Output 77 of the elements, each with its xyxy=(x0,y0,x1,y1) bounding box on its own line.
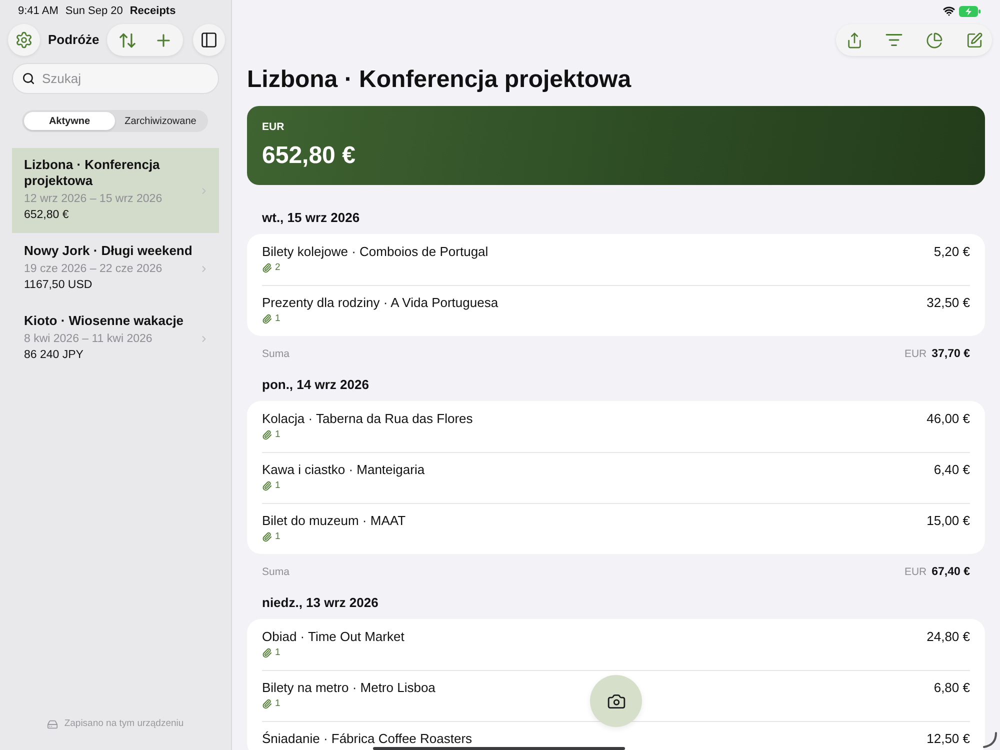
receipt-title[interactable]: Bilety na metro · Metro Lisboa xyxy=(262,680,436,696)
day-header: pon., 14 wrz 2026 xyxy=(262,377,369,393)
attachment-count: 1 xyxy=(275,480,280,492)
currency-label: EUR xyxy=(262,120,284,134)
pie-chart-icon xyxy=(926,32,942,48)
trip-dates: 12 wrz 2026 – 15 wrz 2026 xyxy=(24,192,162,207)
trip-total: 1167,50 USD xyxy=(24,278,92,293)
segment-tab[interactable]: Zarchiwizowane xyxy=(115,112,206,130)
receipt-amount: 46,00 € xyxy=(926,411,970,427)
filter-icon xyxy=(885,31,903,49)
status-time: 9:41 AM xyxy=(18,5,58,18)
trip-dates: 19 cze 2026 – 22 cze 2026 xyxy=(24,262,162,277)
attachment-count: 2 xyxy=(275,262,280,274)
sidebar-title: Podróże xyxy=(48,32,100,48)
total-amount: 652,80 € xyxy=(262,141,356,171)
paperclip-icon xyxy=(262,263,272,273)
receipt-title[interactable]: Kawa i ciastko · Manteigaria xyxy=(262,462,425,478)
compose-icon xyxy=(966,32,982,48)
receipt-amount: 15,00 € xyxy=(926,513,970,529)
receipt-title[interactable]: Prezenty dla rodziny · A Vida Portuguesa xyxy=(262,295,498,311)
attachment-count: 1 xyxy=(275,531,280,543)
sum-currency: EUR xyxy=(904,565,927,579)
paperclip-icon xyxy=(262,430,272,440)
trip-heading: Lizbona · Konferencja projektowa xyxy=(247,65,632,95)
attachment-count: 1 xyxy=(275,698,280,710)
settings-icon xyxy=(15,31,33,49)
drive-icon xyxy=(47,718,58,730)
camera-icon xyxy=(606,692,626,710)
paperclip-icon xyxy=(262,699,272,709)
segment-tab[interactable]: Aktywne xyxy=(24,112,115,130)
day-header: wt., 15 wrz 2026 xyxy=(262,210,360,226)
trip-item[interactable]: Nowy Jork · Długi weekend 19 cze 2026 – 22 cze 2026 1167,50 USD xyxy=(12,234,219,303)
sum-amount: 67,40 € xyxy=(932,565,970,579)
receipt-amount: 24,80 € xyxy=(926,629,970,645)
paperclip-icon xyxy=(262,648,272,658)
attachment-count: 1 xyxy=(275,313,280,325)
sum-currency: EUR xyxy=(904,347,927,361)
trip-item[interactable]: Kioto · Wiosenne wakacje 8 kwi 2026 – 11 kwi 2026 86 240 JPY xyxy=(12,304,219,373)
receipt-title[interactable]: Śniadanie · Fábrica Coffee Roasters xyxy=(262,731,472,747)
settings-button[interactable] xyxy=(8,24,40,56)
storage-note: Zapisano na tym urządzeniu xyxy=(64,718,184,730)
resize-handle-icon[interactable] xyxy=(983,732,997,748)
wifi-icon xyxy=(943,5,955,17)
sum-label: Suma xyxy=(262,565,290,579)
trip-title: Lizbona · Konferencja projektowa xyxy=(24,157,161,189)
trip-title: Nowy Jork · Długi weekend xyxy=(24,243,192,259)
trip-total: 652,80 € xyxy=(24,208,69,223)
app-name: Receipts xyxy=(130,5,176,18)
receipt-amount: 6,40 € xyxy=(934,462,970,478)
attachment-count: 1 xyxy=(275,647,280,659)
sum-amount: 37,70 € xyxy=(932,347,970,361)
sidebar-toggle-button[interactable] xyxy=(193,24,225,56)
paperclip-icon xyxy=(262,532,272,542)
receipt-amount: 5,20 € xyxy=(934,244,970,260)
attachment-count: 1 xyxy=(275,429,280,441)
receipt-title[interactable]: Bilet do muzeum · MAAT xyxy=(262,513,406,529)
receipt-amount: 12,50 € xyxy=(926,731,970,747)
search-icon xyxy=(22,72,35,85)
day-header: niedz., 13 wrz 2026 xyxy=(262,595,378,611)
trip-total: 86 240 JPY xyxy=(24,348,84,363)
receipt-title[interactable]: Kolacja · Taberna da Rua das Flores xyxy=(262,411,473,427)
paperclip-icon xyxy=(262,314,272,324)
share-icon xyxy=(846,32,862,48)
receipt-amount: 32,50 € xyxy=(926,295,970,311)
search-field[interactable]: Szukaj xyxy=(12,63,219,94)
receipt-title[interactable]: Bilety kolejowe · Comboios de Portugal xyxy=(262,244,488,260)
receipt-amount: 6,80 € xyxy=(934,680,970,696)
battery-icon xyxy=(959,6,981,16)
trip-dates: 8 kwi 2026 – 11 kwi 2026 xyxy=(24,332,152,347)
sort-arrows-icon xyxy=(118,30,136,50)
sidebar-icon xyxy=(200,31,218,49)
trip-item[interactable]: Lizbona · Konferencja projektowa 12 wrz 2026 – 15 wrz 2026 652,80 € xyxy=(12,148,219,233)
receipt-title[interactable]: Obiad · Time Out Market xyxy=(262,629,404,645)
sum-label: Suma xyxy=(262,347,290,361)
status-date: Sun Sep 20 xyxy=(65,5,123,18)
trip-title: Kioto · Wiosenne wakacje xyxy=(24,313,184,329)
paperclip-icon xyxy=(262,481,272,491)
